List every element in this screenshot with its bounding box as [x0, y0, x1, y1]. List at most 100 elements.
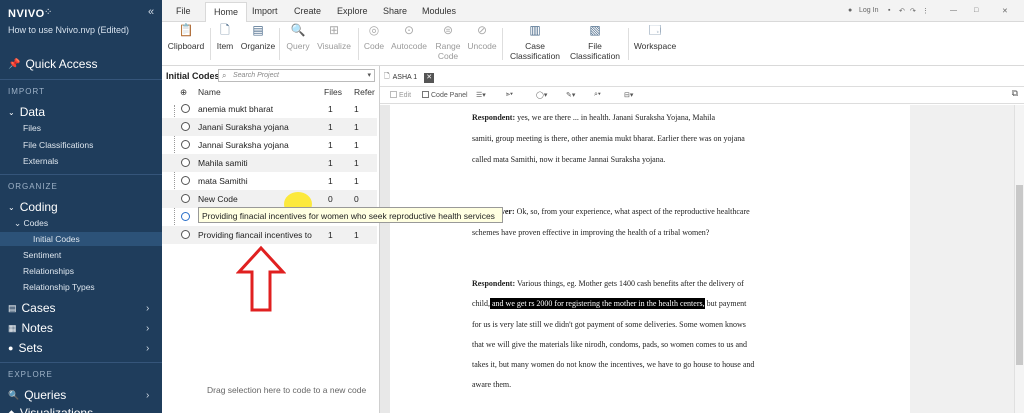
paragraph-line[interactable]: child, and we get rs 2000 for registerin… — [472, 298, 747, 309]
case-classification-button[interactable]: ▥ Case Classification — [507, 24, 563, 61]
tab-explore[interactable]: Explore — [337, 6, 368, 16]
app-logo: NVIVO — [8, 8, 45, 20]
code-node-icon — [181, 104, 190, 113]
sidebar-item-notes[interactable]: ▦ Notes › — [8, 321, 149, 335]
query-button[interactable]: 🔍 Query — [284, 24, 312, 51]
separator — [279, 28, 280, 60]
chevron-down-icon: ⌄ — [14, 218, 22, 228]
workspace-button[interactable]: 🗔 Workspace — [632, 24, 678, 51]
filter-icon[interactable]: ⊟▾ — [624, 91, 633, 99]
visualize-button[interactable]: ⊞ Visualize — [314, 24, 354, 51]
tab-home[interactable]: Home — [205, 2, 248, 22]
login-link[interactable]: Log In — [859, 7, 878, 14]
chevron-down-icon[interactable]: ▾ — [367, 71, 371, 79]
sidebar-item-externals[interactable]: Externals — [23, 156, 58, 166]
column-header-name[interactable]: Name — [198, 87, 221, 97]
clipboard-button[interactable]: 📋 Clipboard — [166, 23, 206, 51]
minimize-icon[interactable]: — — [950, 7, 957, 14]
undo-icon[interactable]: ↶ — [899, 7, 905, 15]
zoom-icon[interactable]: ⌕▾ — [594, 91, 601, 99]
code-node-icon — [181, 122, 190, 131]
speaker-label: Respondent: — [472, 279, 516, 288]
clipboard-icon: 📋 — [178, 23, 194, 37]
checkbox-icon — [390, 91, 397, 98]
redo-icon[interactable]: ↷ — [910, 7, 916, 15]
code-files: 1 — [328, 104, 333, 114]
button-label: Item — [216, 41, 234, 51]
sidebar-item-relationship-types[interactable]: Relationship Types — [23, 282, 95, 292]
pen-icon[interactable]: ✎▾ — [566, 91, 575, 99]
uncode-button[interactable]: ⊘ Uncode — [467, 24, 497, 51]
code-row[interactable]: Providing fiancail incentives to 1 1 — [162, 226, 377, 244]
sidebar-item-initial-codes[interactable]: Initial Codes — [33, 234, 80, 244]
document-tab-label: ASHA 1 — [392, 74, 418, 81]
code-button[interactable]: ◎ Code — [361, 24, 387, 51]
sidebar-item-relationships[interactable]: Relationships — [23, 266, 74, 276]
autocode-button[interactable]: ⊙ Autocode — [389, 24, 429, 51]
paragraph-line: Respondent: yes, we are there ... in hea… — [472, 113, 715, 122]
code-row[interactable]: mata Samithi 1 1 — [162, 172, 377, 190]
tab-file[interactable]: File — [176, 6, 191, 16]
edit-toggle[interactable]: Edit — [390, 91, 411, 99]
search-input[interactable]: ⌕ Search Project ▾ — [218, 69, 375, 82]
code-row[interactable]: Mahila samiti 1 1 — [162, 154, 377, 172]
sidebar-item-data[interactable]: ⌄ Data — [8, 105, 45, 119]
text-span: but payment — [704, 299, 747, 308]
sidebar-item-codes[interactable]: ⌄ Codes — [14, 218, 48, 229]
document-tab[interactable]: 🗋 ASHA 1 ✕ — [384, 72, 435, 83]
text-span: yes, we are there ... in health. Janani … — [515, 113, 716, 122]
collapse-sidebar-button[interactable]: « — [148, 6, 154, 18]
project-name: How to use Nvivo.nvp (Edited) — [8, 25, 130, 35]
range-code-button[interactable]: ⊜ Range Code — [432, 24, 464, 61]
chevron-right-icon: › — [146, 342, 150, 354]
organize-button[interactable]: ▤ Organize — [240, 24, 276, 51]
selected-text[interactable]: and we get rs 2000 for registering the m… — [490, 298, 705, 309]
undock-window-icon[interactable]: ⧉ — [1012, 88, 1018, 99]
tab-modules[interactable]: Modules — [422, 6, 456, 16]
save-icon[interactable]: ▪ — [888, 7, 890, 14]
item-button[interactable]: 🗋 Item — [213, 23, 237, 51]
help-icon[interactable]: ● — [848, 7, 852, 14]
file-classification-icon: ▧ — [589, 23, 601, 37]
code-node-icon — [181, 194, 190, 203]
sidebar-item-quick-access[interactable]: 📌 Quick Access — [8, 57, 97, 71]
sidebar-item-files[interactable]: Files — [23, 123, 41, 133]
vertical-scrollbar[interactable] — [1014, 105, 1024, 413]
list-icon[interactable]: ☰▾ — [476, 91, 486, 99]
code-row[interactable]: New Code 0 0 — [162, 190, 377, 208]
menu-tab-bar: File Home Import Create Explore Share Mo… — [162, 0, 1024, 22]
tab-share[interactable]: Share — [383, 6, 407, 16]
sidebar-item-file-classifications[interactable]: File Classifications — [23, 140, 93, 150]
code-node-icon — [181, 230, 190, 239]
close-tab-icon[interactable]: ✕ — [424, 72, 435, 83]
sidebar-item-visualizations[interactable]: ◆ Visualizations — [8, 406, 93, 420]
code-name: mata Samithi — [198, 176, 248, 186]
scrollbar-thumb[interactable] — [1016, 185, 1023, 365]
paragraph-line: aware them. — [472, 380, 512, 389]
maximize-icon[interactable]: □ — [974, 7, 978, 14]
code-panel-toggle[interactable]: Code Panel — [422, 91, 468, 99]
highlight-icon[interactable]: ⫸▾ — [506, 91, 513, 99]
column-header-refs[interactable]: Refer — [354, 87, 375, 97]
button-label: Autocode — [391, 41, 427, 51]
sidebar: NVIVO ⁘ How to use Nvivo.nvp (Edited) « … — [0, 0, 162, 420]
sidebar-item-cases[interactable]: ▤ Cases › — [8, 301, 149, 315]
paragraph-line: samiti, group meeting is there, other an… — [472, 134, 745, 143]
code-stripes-icon[interactable]: ◯▾ — [536, 91, 547, 99]
code-row[interactable]: anemia mukt bharat 1 1 — [162, 100, 377, 118]
sidebar-item-sentiment[interactable]: Sentiment — [23, 250, 61, 260]
code-node-icon — [181, 140, 190, 149]
code-row[interactable]: Janani Suraksha yojana 1 1 — [162, 118, 377, 136]
more-icon[interactable]: ⋮ — [922, 7, 929, 15]
file-classification-button[interactable]: ▧ File Classification — [567, 23, 623, 61]
visualizations-icon: ◆ — [8, 407, 15, 418]
new-item-icon: 🗋 — [220, 23, 230, 37]
tab-import[interactable]: Import — [252, 6, 278, 16]
column-header-files[interactable]: Files — [324, 87, 342, 97]
sidebar-item-sets[interactable]: ● Sets › — [8, 341, 149, 355]
close-icon[interactable]: ✕ — [1002, 7, 1008, 15]
sidebar-item-queries[interactable]: 🔍 Queries › — [8, 388, 149, 402]
tab-create[interactable]: Create — [294, 6, 321, 16]
code-row[interactable]: Jannai Suraksha yojana 1 1 — [162, 136, 377, 154]
sidebar-item-coding[interactable]: ⌄ Coding — [8, 200, 58, 214]
